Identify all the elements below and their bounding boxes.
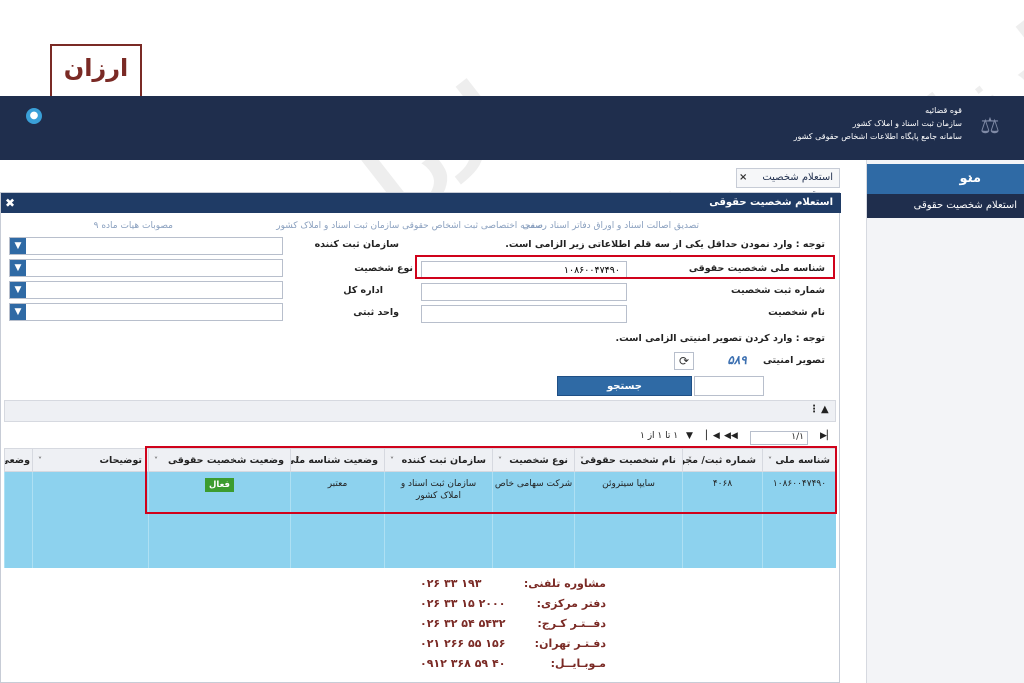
contact-info: مشاوره تلفنی: ۱۹۳ ۳۳ ۰۲۶ دفتر مرکزی: ۲۰۰۰ …: [420, 574, 606, 674]
last-page-icon[interactable]: ▏◀: [706, 431, 720, 441]
page-input[interactable]: ۱/۱: [750, 431, 808, 445]
header-titles: قوه قضائیه سازمان ثبت اسناد و املاک کشور…: [794, 104, 962, 143]
reg-org-select[interactable]: ▼: [9, 237, 283, 255]
app-header: ● قوه قضائیه سازمان ثبت اسناد و املاک کش…: [0, 96, 1024, 160]
panel-title-bar: استعلام شخصیت حقوقی ✖: [1, 193, 841, 213]
logo-line1: ارزان: [63, 54, 129, 82]
captcha-image: ۵۸۹: [727, 353, 747, 367]
col-notes[interactable]: توضیحات ˅: [32, 449, 148, 473]
panel-title: استعلام شخصیت حقوقی: [709, 197, 833, 208]
chevron-down-icon: ▼: [10, 304, 26, 320]
sidebar-item-legal-inquiry[interactable]: استعلام شخصیت حقوقی: [867, 194, 1024, 218]
col-extra[interactable]: وضعی: [4, 449, 32, 473]
highlight-box: [145, 446, 837, 514]
type-select[interactable]: ▼: [9, 259, 283, 277]
tab-legal-inquiry[interactable]: استعلام شخصیت حقوقی ×: [736, 168, 840, 201]
chevron-left-icon: ‹: [967, 171, 973, 186]
link-authenticity[interactable]: تصدیق اصالت اسناد و اوراق دفاتر اسناد رس…: [522, 221, 699, 231]
menu-toggle-button[interactable]: ‹ منو: [867, 164, 1024, 194]
captcha-label: تصویر امنیتی: [762, 355, 825, 366]
pager: ▶▏ ۱/۱ ◀◀ ▏◀ ▼ ۱ تا ۱ از ۱: [640, 431, 836, 445]
pager-range: ۱ تا ۱ از ۱: [640, 431, 679, 441]
contact-row: دفتر مرکزی: ۲۰۰۰ ۱۵ ۳۳ ۰۲۶: [420, 597, 606, 610]
reg-no-input[interactable]: [421, 283, 627, 301]
contact-row: دفـتـر تهران: ۱۵۶ ۵۵ ۲۶۶ ۰۲۱: [420, 637, 606, 650]
grid-toolbar: ⋮ ▲: [4, 400, 836, 422]
header-title-line1: قوه قضائیه: [925, 106, 962, 115]
refresh-icon[interactable]: ⟳: [674, 352, 694, 370]
chevron-up-icon[interactable]: ▲: [821, 404, 829, 415]
dept-select[interactable]: ▼: [9, 281, 283, 299]
reg-org-label: سازمان ثبت کننده: [314, 239, 399, 250]
chevron-down-icon: ▼: [10, 282, 26, 298]
chevron-down-icon: ▼: [10, 238, 26, 254]
user-icon[interactable]: ●: [26, 108, 42, 124]
header-title-line2: سازمان ثبت اسناد و املاک کشور: [852, 119, 962, 128]
name-label: نام شخصیت: [768, 307, 825, 318]
captcha-input[interactable]: [694, 376, 764, 396]
notice-text: توجه : وارد نمودن حداقل یکی از سه قلم اط…: [505, 239, 825, 250]
name-input[interactable]: [421, 305, 627, 323]
close-icon[interactable]: ×: [739, 169, 747, 187]
emblem-icon: ⚖: [980, 114, 1000, 139]
filter-icon[interactable]: ▼: [686, 431, 693, 441]
contact-row: مشاوره تلفنی: ۱۹۳ ۳۳ ۰۲۶: [420, 577, 606, 590]
cell-notes: [32, 472, 148, 568]
sidebar: ‹ منو استعلام شخصیت حقوقی: [866, 160, 1024, 683]
first-page-icon[interactable]: ▶▏: [820, 431, 834, 441]
header-title-line3: سامانه جامع پایگاه اطلاعات اشخاص حقوقی ک…: [793, 132, 962, 141]
contact-row: مـوبـایــل: ۴۰ ۵۹ ۳۶۸ ۰۹۱۲: [420, 657, 606, 670]
close-icon[interactable]: ✖: [5, 193, 15, 213]
contact-row: دفــتـر کـرج: ۵۴۳۲ ۵۴ ۳۲ ۰۲۶: [420, 617, 606, 630]
cell-extra: [4, 472, 32, 568]
captcha-notice: توجه : وارد کردن تصویر امنیتی الزامی است…: [615, 333, 826, 344]
highlight-box: [415, 255, 835, 279]
unit-label: واحد ثبتی: [353, 307, 399, 318]
chevron-down-icon: ▼: [10, 260, 26, 276]
more-options-icon[interactable]: ⋮: [809, 404, 819, 415]
type-label: نوع شخصیت: [354, 263, 413, 274]
prev-page-icon[interactable]: ◀◀: [724, 431, 738, 441]
dept-label: اداره کل: [343, 285, 383, 296]
search-button[interactable]: جستجو: [557, 376, 692, 396]
unit-select[interactable]: ▼: [9, 303, 283, 321]
link-registration-page[interactable]: صفحه اختصاصی ثبت اشخاص حقوقی سازمان ثبت …: [276, 221, 543, 231]
reg-no-label: شماره ثبت شخصیت: [731, 285, 825, 296]
link-article9[interactable]: مصوبات هیات ماده ۹: [94, 221, 173, 231]
